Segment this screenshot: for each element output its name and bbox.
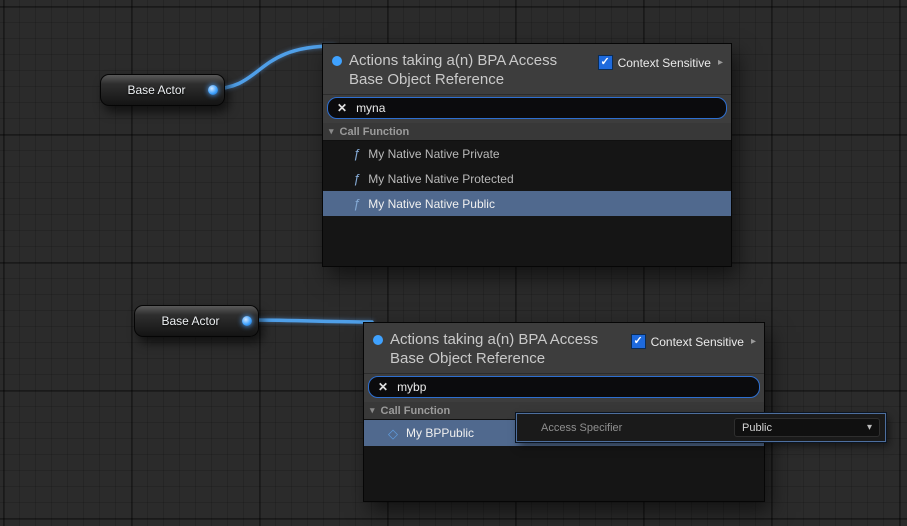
dropdown-value: Public	[742, 422, 772, 434]
section-label: Call Function	[340, 126, 410, 138]
clear-search-icon[interactable]: ✕	[337, 102, 347, 114]
menu-title: Actions taking a(n) BPA Access Base Obje…	[390, 330, 628, 368]
function-icon: ƒ	[353, 147, 360, 160]
action-pin-dot-icon	[332, 56, 342, 66]
search-row: ✕	[364, 374, 764, 402]
section-header-call-function[interactable]: ▾ Call Function	[323, 123, 731, 141]
function-icon: ƒ	[353, 197, 360, 210]
checkbox-checked-icon[interactable]: ✓	[598, 55, 613, 70]
list-item[interactable]: ƒ My Native Native Private	[323, 141, 731, 166]
menu-header: Actions taking a(n) BPA Access Base Obje…	[364, 323, 764, 374]
output-pin-icon[interactable]	[208, 85, 218, 95]
node-title: Base Actor	[161, 314, 231, 328]
section-label: Call Function	[381, 405, 451, 417]
blueprint-graph-canvas[interactable]: Base Actor Base Actor Actions taking a(n…	[0, 0, 907, 526]
search-input[interactable]	[397, 380, 750, 394]
chevron-down-icon: ▾	[867, 422, 872, 433]
access-specifier-label: Access Specifier	[541, 422, 734, 434]
collapse-icon[interactable]: ▾	[370, 405, 375, 416]
node-base-actor-2[interactable]: Base Actor	[134, 305, 259, 337]
menu-header: Actions taking a(n) BPA Access Base Obje…	[323, 44, 731, 95]
item-label: My Native Native Public	[368, 197, 495, 211]
access-specifier-tooltip: Access Specifier Public ▾	[516, 413, 886, 442]
item-label: My BPPublic	[406, 426, 474, 440]
collapse-icon[interactable]: ▾	[329, 126, 334, 137]
context-sensitive-label: Context Sensitive	[651, 335, 744, 349]
clear-search-icon[interactable]: ✕	[378, 381, 388, 393]
blueprint-function-icon: ◇	[388, 427, 398, 440]
context-sensitive-toggle[interactable]: ✓ Context Sensitive ▸	[598, 55, 723, 70]
node-base-actor-1[interactable]: Base Actor	[100, 74, 225, 106]
search-box[interactable]: ✕	[327, 97, 727, 119]
wire-node1-to-menu1	[211, 46, 334, 89]
list-item-selected[interactable]: ƒ My Native Native Public	[323, 191, 731, 216]
expand-arrow-icon[interactable]: ▸	[718, 57, 723, 68]
search-box[interactable]: ✕	[368, 376, 760, 398]
list-item[interactable]: ƒ My Native Native Protected	[323, 166, 731, 191]
action-pin-dot-icon	[373, 335, 383, 345]
item-label: My Native Native Protected	[368, 172, 513, 186]
checkbox-checked-icon[interactable]: ✓	[631, 334, 646, 349]
expand-arrow-icon[interactable]: ▸	[751, 336, 756, 347]
search-input[interactable]	[356, 101, 717, 115]
output-pin-icon[interactable]	[242, 316, 252, 326]
item-label: My Native Native Private	[368, 147, 499, 161]
context-sensitive-label: Context Sensitive	[618, 56, 711, 70]
function-icon: ƒ	[353, 172, 360, 185]
access-specifier-dropdown[interactable]: Public ▾	[734, 418, 880, 437]
search-row: ✕	[323, 95, 731, 123]
function-list: ƒ My Native Native Private ƒ My Native N…	[323, 141, 731, 266]
menu-title: Actions taking a(n) BPA Access Base Obje…	[349, 51, 587, 89]
context-sensitive-toggle[interactable]: ✓ Context Sensitive ▸	[631, 334, 756, 349]
node-title: Base Actor	[127, 83, 197, 97]
wire-node2-to-menu2	[246, 320, 372, 322]
context-menu-1: Actions taking a(n) BPA Access Base Obje…	[322, 43, 732, 267]
context-menu-2: Actions taking a(n) BPA Access Base Obje…	[363, 322, 765, 502]
